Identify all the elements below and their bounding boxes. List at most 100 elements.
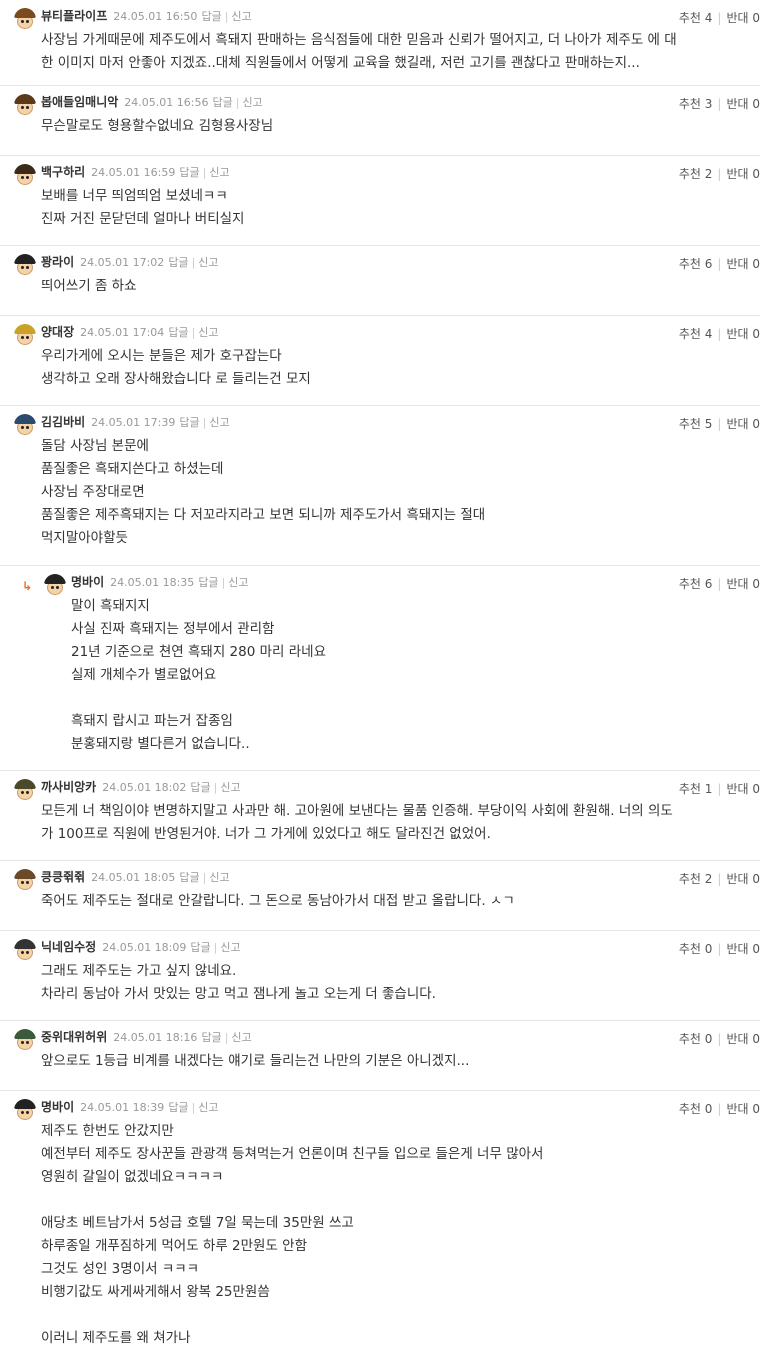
downvote-button[interactable]: 반대 0 [726, 327, 760, 341]
nickname[interactable]: 뷰티플라이프 [41, 9, 107, 23]
nickname[interactable]: 닉네임수정 [41, 940, 96, 954]
avatar[interactable] [14, 1029, 36, 1051]
report-link[interactable]: 신고 [231, 10, 251, 23]
avatar[interactable] [14, 414, 36, 436]
downvote-button[interactable]: 반대 0 [726, 11, 760, 25]
avatar[interactable] [44, 574, 66, 596]
vote-counts: 추천 2 | 반대 0 [679, 165, 760, 182]
comment-line: 생각하고 오래 장사해왔습니다 로 들리는건 모지 [41, 371, 311, 387]
nickname[interactable]: 중위대위허위 [41, 1030, 107, 1044]
report-link[interactable]: 신고 [228, 576, 248, 589]
upvote-button[interactable]: 추천 0 [679, 942, 713, 956]
report-link[interactable]: 신고 [209, 416, 229, 429]
reply-link[interactable]: 답글 [179, 871, 199, 884]
comment-body: 보배를 너무 띄엄띄엄 보셨네ㅋㅋ 진짜 거진 문닫던데 얼마나 버티실지 [41, 185, 244, 231]
upvote-button[interactable]: 추천 2 [679, 167, 713, 181]
comment-date: 24.05.01 18:09 [102, 941, 187, 954]
upvote-button[interactable]: 추천 6 [679, 257, 713, 271]
upvote-button[interactable]: 추천 4 [679, 327, 713, 341]
avatar[interactable] [14, 1099, 36, 1121]
nickname[interactable]: 꽝라이 [41, 255, 74, 269]
report-link[interactable]: 신고 [198, 1101, 218, 1114]
nickname[interactable]: 까사비앙카 [41, 780, 96, 794]
report-link[interactable]: 신고 [231, 1031, 251, 1044]
reply-link[interactable]: 답글 [168, 256, 188, 269]
report-link[interactable]: 신고 [220, 941, 240, 954]
downvote-count: 0 [752, 11, 760, 25]
upvote-button[interactable]: 추천 0 [679, 1032, 713, 1046]
comment-line: 무슨말로도 형용할수없네요 김형용사장님 [41, 118, 274, 134]
reply-link[interactable]: 답글 [168, 1101, 188, 1114]
nickname[interactable]: 양대장 [41, 325, 74, 339]
report-link[interactable]: 신고 [198, 256, 218, 269]
upvote-label: 추천 [678, 257, 701, 271]
downvote-button[interactable]: 반대 0 [726, 1032, 760, 1046]
reply-link[interactable]: 답글 [179, 166, 199, 179]
comment-line: 보배를 너무 띄엄띄엄 보셨네ㅋㅋ [41, 188, 228, 204]
downvote-button[interactable]: 반대 0 [726, 872, 760, 886]
downvote-button[interactable]: 반대 0 [726, 942, 760, 956]
upvote-button[interactable]: 추천 0 [679, 1102, 713, 1116]
nickname[interactable]: 백구하리 [41, 165, 85, 179]
report-link[interactable]: 신고 [242, 96, 262, 109]
reply-link[interactable]: 답글 [190, 781, 210, 794]
upvote-button[interactable]: 추천 1 [679, 782, 713, 796]
avatar[interactable] [14, 869, 36, 891]
avatar-eye-icon [26, 881, 29, 884]
comment-line: 하루종일 개푸짐하게 먹어도 하루 2만원도 안함 [41, 1238, 308, 1254]
upvote-button[interactable]: 추천 4 [679, 11, 713, 25]
reply-link[interactable]: 답글 [198, 576, 218, 589]
nickname[interactable]: 명바이 [41, 1100, 74, 1114]
downvote-button[interactable]: 반대 0 [726, 417, 760, 431]
avatar[interactable] [14, 94, 36, 116]
upvote-button[interactable]: 추천 2 [679, 872, 713, 886]
nickname[interactable]: 김김바비 [41, 415, 85, 429]
avatar[interactable] [14, 164, 36, 186]
upvote-button[interactable]: 추천 5 [679, 417, 713, 431]
reply-link[interactable]: 답글 [201, 1031, 221, 1044]
nickname[interactable]: 봅애들임매니악 [41, 95, 118, 109]
divider: | [202, 871, 207, 884]
reply-link[interactable]: 답글 [168, 326, 188, 339]
downvote-button[interactable]: 반대 0 [726, 257, 760, 271]
report-link[interactable]: 신고 [209, 166, 229, 179]
avatar[interactable] [14, 779, 36, 801]
downvote-button[interactable]: 반대 0 [726, 1102, 760, 1116]
avatar-eye-icon [26, 951, 29, 954]
comment: 닉네임수정 24.05.01 18:09 답글 | 신고 추천 0 | 반대 0 그래도 제주도… [0, 931, 760, 1021]
reply-link[interactable]: 답글 [179, 416, 199, 429]
upvote-button[interactable]: 추천 3 [679, 97, 713, 111]
reply-link[interactable]: 답글 [201, 10, 221, 23]
nickname[interactable]: 킁킁쥒쥒 [41, 870, 85, 884]
downvote-count: 0 [752, 97, 760, 111]
comment-meta: 중위대위허위 24.05.01 18:16 답글 | 신고 [41, 1028, 252, 1044]
upvote-button[interactable]: 추천 6 [679, 577, 713, 591]
avatar[interactable] [14, 8, 36, 30]
reply-link[interactable]: 답글 [212, 96, 232, 109]
downvote-button[interactable]: 반대 0 [726, 577, 760, 591]
comment-date: 24.05.01 16:56 [124, 96, 209, 109]
report-link[interactable]: 신고 [220, 781, 240, 794]
comment-line: 한 이미지 마저 안좋아 지겠죠..대체 직원들에서 어떻게 교육을 했길래, … [41, 55, 640, 71]
comment-line: 이러니 제주도를 왜 쳐가나 [41, 1330, 191, 1346]
nickname[interactable]: 명바이 [71, 575, 104, 589]
avatar[interactable] [14, 324, 36, 346]
comment-line: 말이 흑돼지지 [71, 598, 150, 614]
downvote-button[interactable]: 반대 0 [726, 97, 760, 111]
avatar[interactable] [14, 939, 36, 961]
downvote-count: 0 [752, 167, 760, 181]
comment-date: 24.05.01 18:39 [80, 1101, 165, 1114]
report-link[interactable]: 신고 [209, 871, 229, 884]
reply-link[interactable]: 답글 [190, 941, 210, 954]
downvote-button[interactable]: 반대 0 [726, 782, 760, 796]
downvote-button[interactable]: 반대 0 [726, 167, 760, 181]
comment-line: 실제 개체수가 별로없어요 [71, 667, 217, 683]
report-link[interactable]: 신고 [198, 326, 218, 339]
comment-meta: 명바이 24.05.01 18:35 답글 | 신고 [71, 573, 249, 589]
avatar-eye-icon [21, 1111, 24, 1114]
avatar[interactable] [14, 254, 36, 276]
upvote-count: 4 [704, 11, 713, 25]
downvote-count: 0 [752, 327, 760, 341]
comment-date: 24.05.01 18:16 [113, 1031, 198, 1044]
comment-body: 돌담 사장님 본문에 품질좋은 흑돼지쓴다고 하셨는데 사장님 주장대로면 품질좋은 … [41, 435, 485, 550]
